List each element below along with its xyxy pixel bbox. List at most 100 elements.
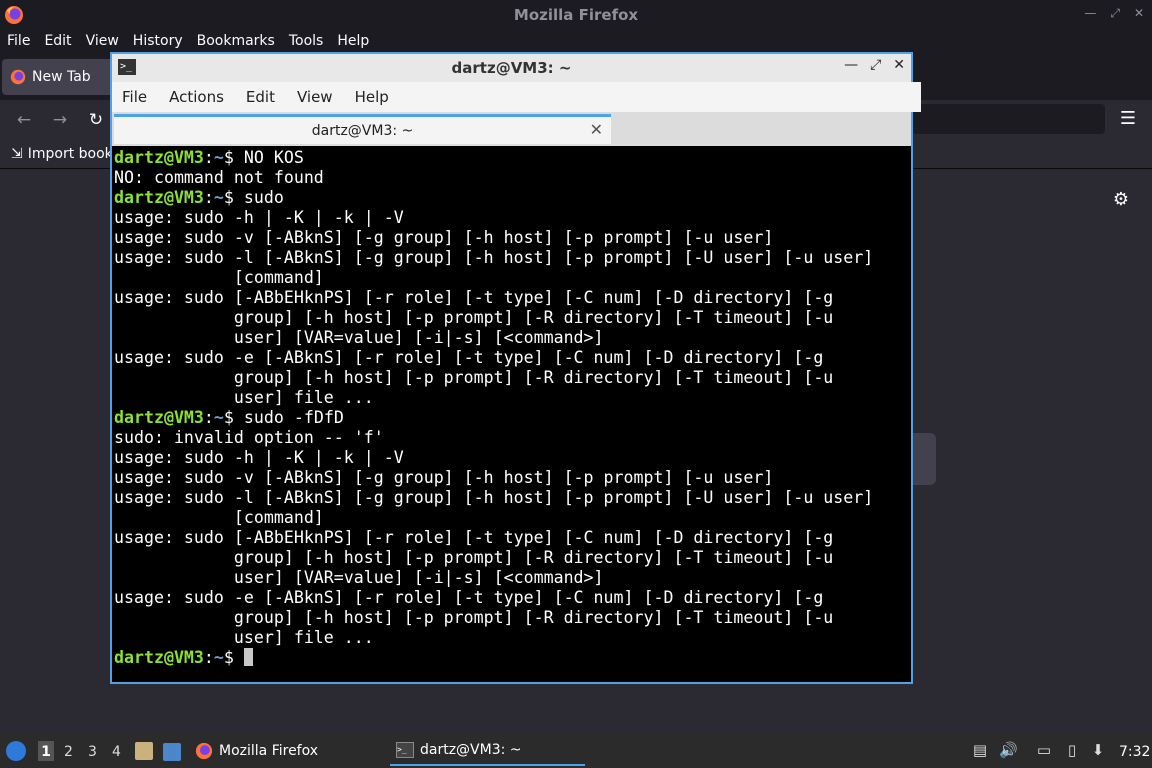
menu-bookmarks[interactable]: Bookmarks: [197, 33, 275, 49]
menu-edit[interactable]: Edit: [44, 33, 71, 49]
menu-view[interactable]: View: [86, 33, 119, 49]
terminal-line: dartz@VM3:~$: [114, 648, 911, 668]
terminal-line: user] file ...: [114, 388, 374, 407]
terminal-line: usage: sudo -l [-ABknS] [-g group] [-h h…: [114, 488, 874, 507]
terminal-line: user] file ...: [114, 628, 374, 647]
firefox-tab-icon: [10, 69, 26, 85]
menu-edit[interactable]: Edit: [246, 88, 275, 106]
terminal-line: group] [-h host] [-p prompt] [-R directo…: [114, 368, 834, 387]
workspace-4[interactable]: 4: [112, 744, 121, 760]
prompt-separator: :: [203, 148, 214, 167]
menu-view[interactable]: View: [297, 88, 333, 106]
firefox-icon: [195, 742, 213, 760]
terminal-tabbar: dartz@VM3: ~ ✕: [112, 112, 911, 146]
firefox-window-title: Mozilla Firefox: [513, 6, 639, 24]
menu-tools[interactable]: Tools: [289, 33, 324, 49]
hamburger-menu-icon[interactable]: ☰: [1117, 108, 1139, 130]
prompt-separator: :: [203, 408, 214, 427]
close-icon[interactable]: ✕: [1134, 6, 1144, 21]
prompt-user: dartz@VM3: [114, 188, 204, 207]
firefox-titlebar: Mozilla Firefox — ⤢ ✕: [0, 0, 1152, 30]
terminal-menubar: File Actions Edit View Help: [112, 82, 921, 112]
workspace-3[interactable]: 3: [88, 744, 97, 760]
terminal-line: usage: sudo -h | -K | -k | -V: [114, 208, 404, 227]
workspace-2[interactable]: 2: [64, 744, 73, 760]
network-tray-icon[interactable]: ▤: [971, 741, 989, 759]
tab-label: New Tab: [32, 69, 91, 85]
clipboard-icon[interactable]: ▯: [1063, 741, 1081, 759]
menu-help[interactable]: Help: [337, 33, 369, 49]
prompt-user: dartz@VM3: [114, 408, 204, 427]
menu-file[interactable]: File: [122, 88, 147, 106]
volume-icon[interactable]: 🔊: [999, 741, 1018, 759]
prompt-user: dartz@VM3: [114, 648, 204, 667]
prompt-dollar: $: [223, 648, 234, 667]
import-bookmarks-link[interactable]: Import book: [28, 146, 113, 162]
text-cursor: [243, 648, 253, 666]
terminal-line: dartz@VM3:~$ sudo: [114, 188, 911, 208]
terminal-window-title: dartz@VM3: ~: [451, 59, 572, 77]
firefox-logo-icon: [5, 6, 23, 24]
prompt-user: dartz@VM3: [114, 148, 204, 167]
close-icon[interactable]: ✕: [893, 57, 905, 73]
terminal-line: dartz@VM3:~$ sudo -fDfD: [114, 408, 911, 428]
terminal-titlebar: >_ dartz@VM3: ~ — ⤢ ✕: [112, 54, 911, 82]
minimize-icon[interactable]: —: [1084, 6, 1096, 21]
terminal-line: [command]: [114, 268, 324, 287]
maximize-icon[interactable]: ⤢: [870, 57, 881, 73]
terminal-line: usage: sudo -h | -K | -k | -V: [114, 448, 404, 467]
menu-actions[interactable]: Actions: [169, 88, 224, 106]
close-tab-icon[interactable]: ✕: [590, 120, 603, 139]
prompt-dollar: $: [223, 408, 234, 427]
forward-arrow-icon[interactable]: →: [48, 108, 72, 132]
terminal-output[interactable]: dartz@VM3:~$ NO KOS NO: command not found…: [112, 146, 911, 682]
terminal-tab-label: dartz@VM3: ~: [311, 122, 414, 139]
terminal-line: user] [VAR=value] [-i|-s] [<command>]: [114, 568, 604, 587]
menu-history[interactable]: History: [133, 33, 183, 49]
minimize-icon[interactable]: —: [844, 57, 858, 73]
show-desktop-icon[interactable]: [163, 743, 181, 761]
terminal-line: usage: sudo -e [-ABknS] [-r role] [-t ty…: [114, 588, 824, 607]
taskbar-firefox[interactable]: Mozilla Firefox: [195, 736, 318, 766]
file-manager-icon[interactable]: [135, 742, 153, 760]
start-menu-icon[interactable]: [6, 741, 26, 761]
terminal-line: usage: sudo -l [-ABknS] [-g group] [-h h…: [114, 248, 874, 267]
prompt-path: ~: [213, 188, 224, 207]
terminal-line: group] [-h host] [-p prompt] [-R directo…: [114, 308, 834, 327]
menu-file[interactable]: File: [7, 33, 30, 49]
display-tray-icon[interactable]: ▭: [1035, 741, 1053, 759]
tab-new-tab[interactable]: New Tab: [2, 59, 122, 95]
command-text: [234, 648, 244, 667]
maximize-icon[interactable]: ⤢: [1110, 6, 1120, 21]
menu-help[interactable]: Help: [355, 88, 389, 106]
workspace-1[interactable]: 1: [38, 741, 54, 761]
prompt-path: ~: [213, 648, 224, 667]
terminal-icon: >_: [396, 742, 414, 758]
reload-icon[interactable]: ↻: [84, 108, 108, 132]
prompt-path: ~: [213, 408, 224, 427]
terminal-line: dartz@VM3:~$ NO KOS: [114, 148, 911, 168]
command-text: sudo -fDfD: [233, 408, 344, 427]
terminal-app-icon: >_: [118, 59, 136, 75]
url-bar[interactable]: [912, 104, 1105, 134]
command-text: sudo: [233, 188, 284, 207]
command-text: NO KOS: [233, 148, 304, 167]
updates-tray-icon[interactable]: ⬇: [1089, 741, 1107, 759]
firefox-menubar: File Edit View History Bookmarks Tools H…: [0, 30, 1152, 52]
gear-icon[interactable]: ⚙: [1110, 189, 1132, 211]
taskbar-terminal[interactable]: >_ dartz@VM3: ~: [390, 736, 585, 766]
terminal-tab[interactable]: dartz@VM3: ~ ✕: [114, 114, 611, 144]
prompt-dollar: $: [223, 188, 234, 207]
terminal-line: user] [VAR=value] [-i|-s] [<command>]: [114, 328, 604, 347]
terminal-line: usage: sudo -v [-ABknS] [-g group] [-h h…: [114, 228, 774, 247]
terminal-line: sudo: invalid option -- 'f': [114, 428, 384, 447]
terminal-line: usage: sudo -e [-ABknS] [-r role] [-t ty…: [114, 348, 824, 367]
taskbar-terminal-label: dartz@VM3: ~: [420, 742, 522, 758]
prompt-dollar: $: [223, 148, 234, 167]
terminal-line: group] [-h host] [-p prompt] [-R directo…: [114, 548, 834, 567]
taskbar-firefox-label: Mozilla Firefox: [219, 743, 319, 759]
terminal-line: NO: command not found: [114, 168, 324, 187]
terminal-line: usage: sudo -v [-ABknS] [-g group] [-h h…: [114, 468, 774, 487]
back-arrow-icon[interactable]: ←: [12, 108, 36, 132]
terminal-window: >_ dartz@VM3: ~ — ⤢ ✕ File Actions Edit …: [110, 52, 921, 684]
